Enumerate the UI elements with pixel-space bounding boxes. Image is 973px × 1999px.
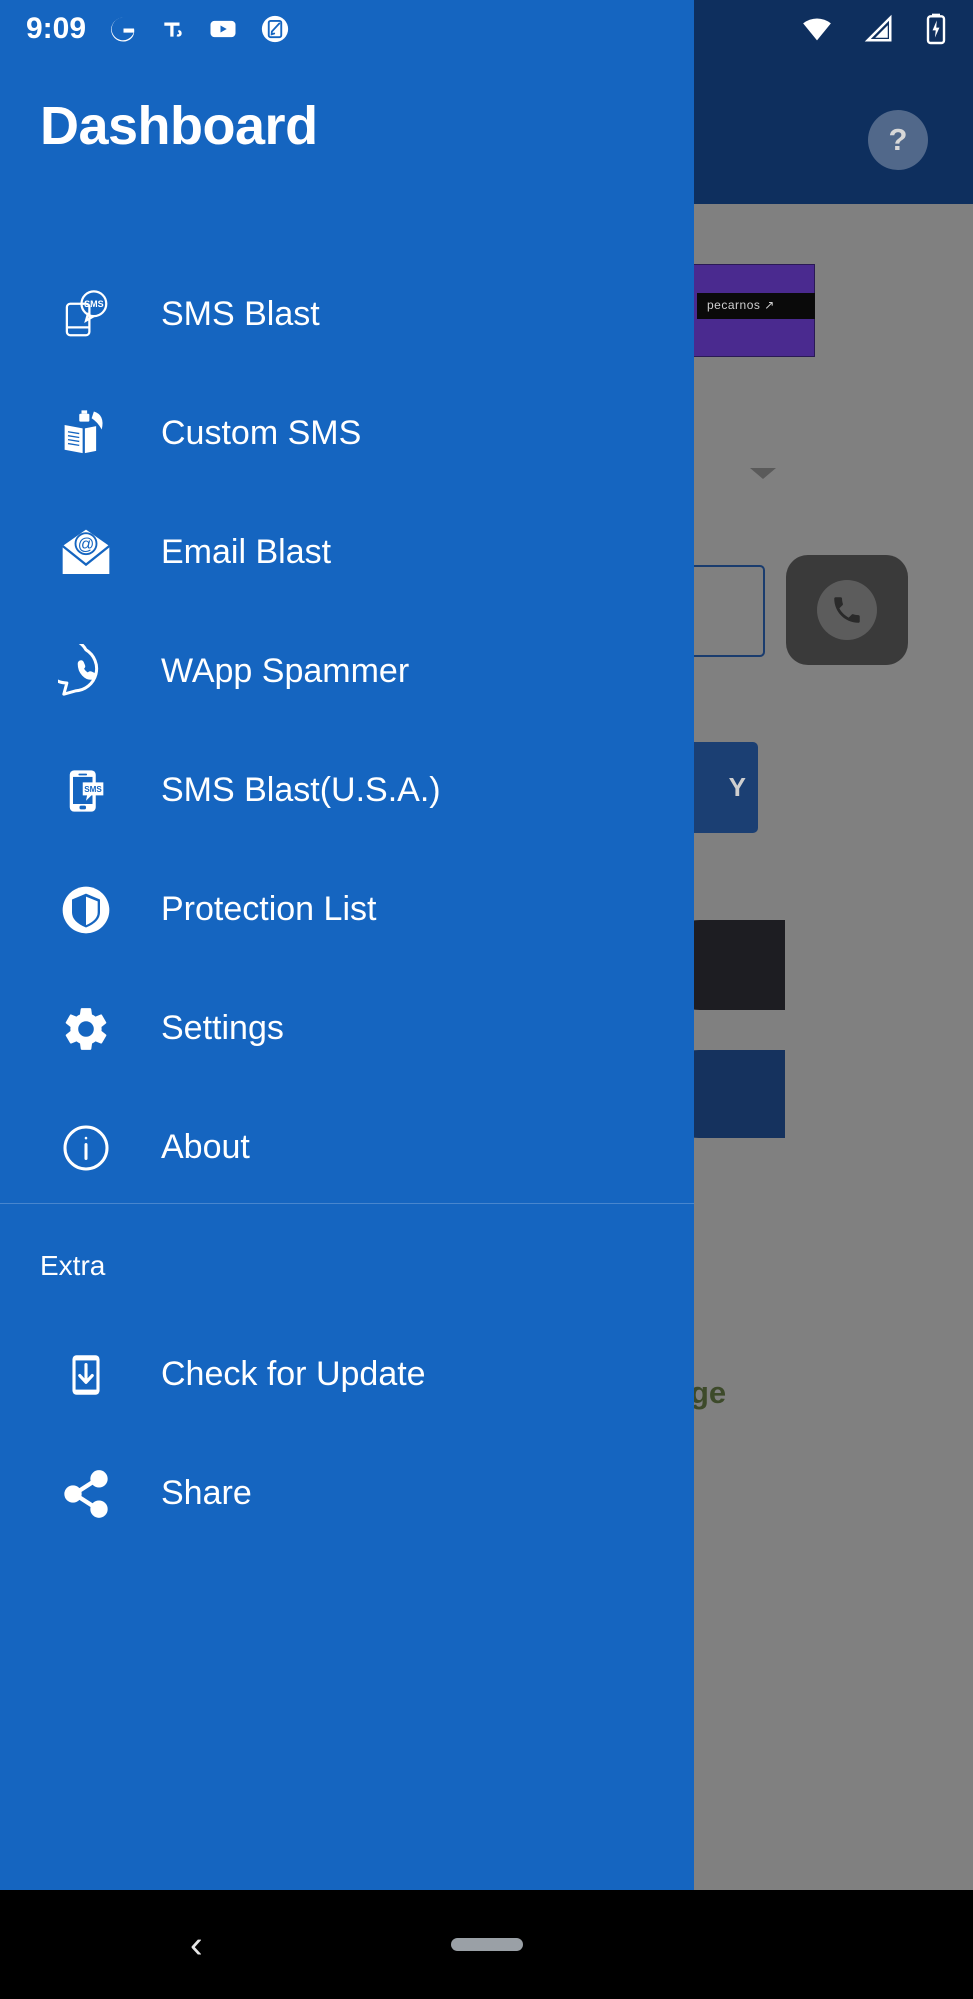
- google-icon: [108, 14, 138, 44]
- navigation-drawer: Dashboard SMS SMS Blast Custom SMS @ Ema…: [0, 0, 694, 1890]
- drawer-section-divider: [0, 1203, 694, 1204]
- screenshot-editor-icon: [260, 14, 290, 44]
- svg-text:SMS: SMS: [84, 785, 102, 794]
- cellular-signal-icon: [864, 14, 894, 44]
- sidebar-item-wapp-spammer[interactable]: WApp Spammer: [0, 612, 694, 731]
- phone-icon: [817, 580, 877, 640]
- status-bar-right-icons: [779, 13, 947, 45]
- sidebar-item-label: About: [161, 1128, 250, 1166]
- svg-text:SMS: SMS: [84, 299, 104, 309]
- wifi-icon: [801, 13, 833, 45]
- grammarly-icon: [160, 16, 186, 42]
- sidebar-item-settings[interactable]: Settings: [0, 969, 694, 1088]
- ad-banner-inner: pecarnos ↗: [697, 293, 815, 319]
- back-button[interactable]: ‹: [190, 1926, 203, 1964]
- sidebar-item-label: Protection List: [161, 890, 377, 928]
- battery-icon: [925, 13, 947, 45]
- help-button[interactable]: ?: [868, 110, 928, 170]
- status-bar: 9:09: [0, 0, 973, 58]
- sidebar-item-sms-blast[interactable]: SMS SMS Blast: [0, 255, 694, 374]
- sidebar-item-label: SMS Blast(U.S.A.): [161, 771, 441, 809]
- ad-banner[interactable]: pecarnos ↗: [690, 264, 815, 357]
- sidebar-item-label: Custom SMS: [161, 414, 362, 452]
- envelope-at-icon: @: [55, 522, 117, 584]
- ad-banner-label: pecarnos ↗: [707, 298, 775, 312]
- sms-phone-bubble-icon: SMS: [55, 284, 117, 346]
- sidebar-item-label: WApp Spammer: [161, 652, 410, 690]
- background-text-fragment: ge: [690, 1375, 727, 1410]
- phone-sms-icon: SMS: [55, 760, 117, 822]
- sidebar-item-label: Settings: [161, 1009, 284, 1047]
- book-quill-icon: [55, 403, 117, 465]
- svg-text:@: @: [78, 535, 95, 553]
- drawer-menu-main: SMS SMS Blast Custom SMS @ Email Blast W…: [0, 255, 694, 1207]
- page-title: Dashboard: [40, 96, 318, 156]
- home-gesture-pill[interactable]: [450, 1938, 523, 1951]
- status-clock: 9:09: [26, 12, 87, 45]
- phone-screen: ? pecarnos ↗ Y ge Dashboard SMS SMS Blas…: [0, 0, 973, 1999]
- gear-icon: [55, 998, 117, 1060]
- info-circle-icon: [55, 1117, 117, 1179]
- sidebar-item-share[interactable]: Share: [0, 1434, 694, 1553]
- sidebar-item-label: SMS Blast: [161, 295, 320, 333]
- sidebar-item-email-blast[interactable]: @ Email Blast: [0, 493, 694, 612]
- call-button[interactable]: [786, 555, 908, 665]
- shield-circle-icon: [55, 879, 117, 941]
- sidebar-item-protection-list[interactable]: Protection List: [0, 850, 694, 969]
- sidebar-item-label: Check for Update: [161, 1355, 426, 1393]
- background-blue-button-label: Y: [728, 772, 746, 802]
- sidebar-item-sms-blast-usa[interactable]: SMS SMS Blast(U.S.A.): [0, 731, 694, 850]
- extra-section-header: Extra: [40, 1250, 106, 1281]
- whatsapp-icon: [55, 641, 117, 703]
- sidebar-item-custom-sms[interactable]: Custom SMS: [0, 374, 694, 493]
- share-icon: [55, 1463, 117, 1525]
- sidebar-item-label: Email Blast: [161, 533, 332, 571]
- youtube-icon: [208, 14, 238, 44]
- sidebar-item-check-for-update[interactable]: Check for Update: [0, 1315, 694, 1434]
- sidebar-item-label: Share: [161, 1474, 252, 1512]
- drawer-menu-extra: Check for Update Share: [0, 1315, 694, 1553]
- sidebar-item-about[interactable]: About: [0, 1088, 694, 1207]
- phone-download-icon: [55, 1344, 117, 1406]
- chevron-down-icon[interactable]: [750, 468, 776, 479]
- system-navigation-bar: ‹: [0, 1890, 973, 1999]
